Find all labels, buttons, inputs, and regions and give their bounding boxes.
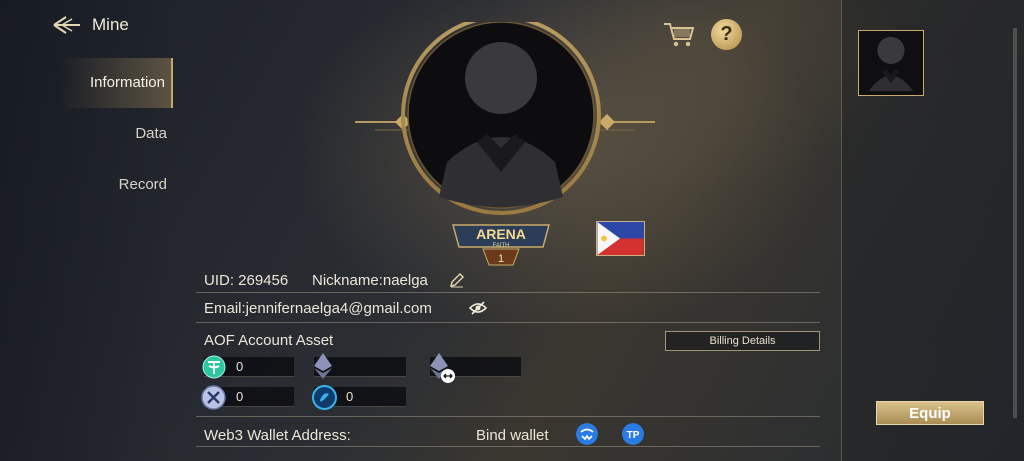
philippines-flag-icon[interactable] <box>596 221 645 256</box>
edit-pencil-icon[interactable] <box>449 272 465 288</box>
scrollbar[interactable] <box>1013 28 1017 418</box>
uid-text: UID: 269456 <box>204 272 289 289</box>
x-token-icon <box>201 385 226 410</box>
tab-record[interactable]: Record <box>60 160 173 210</box>
nickname-text: Nickname:naelga <box>312 272 428 289</box>
billing-details-button[interactable]: Billing Details <box>665 331 820 351</box>
tokenpocket-icon[interactable]: TP <box>622 423 644 445</box>
divider <box>196 416 820 417</box>
svg-text:TP: TP <box>627 430 640 441</box>
wallet-connect-icon[interactable] <box>576 423 598 445</box>
tab-data[interactable]: Data <box>60 109 173 159</box>
avatar-frame[interactable] <box>355 22 655 222</box>
divider <box>196 292 820 293</box>
email-text: Email:jennifernaelga4@gmail.com <box>204 300 432 317</box>
asset-title: AOF Account Asset <box>204 332 334 349</box>
divider <box>196 446 820 447</box>
bind-wallet-label: Bind wallet <box>476 427 549 444</box>
avatar-thumbnail[interactable] <box>858 30 924 96</box>
ethereum-link-icon <box>430 353 455 383</box>
rank-subtitle: FAITH <box>492 243 509 249</box>
tether-icon <box>202 355 226 379</box>
wallet-label: Web3 Wallet Address: <box>204 427 351 444</box>
tab-information[interactable]: Information <box>60 58 173 108</box>
rank-emblem: ARENA FAITH 1 <box>452 224 550 266</box>
rank-title: ARENA <box>476 226 526 242</box>
rank-level: 1 <box>498 253 504 265</box>
blue-token-icon <box>312 385 337 410</box>
ethereum-icon <box>314 353 332 379</box>
equip-button[interactable]: Equip <box>876 401 984 425</box>
left-navigation: Mine Information Data Record <box>0 0 174 461</box>
shopping-cart-icon[interactable] <box>662 20 696 48</box>
back-button[interactable]: Mine <box>52 14 129 36</box>
back-label: Mine <box>92 15 129 34</box>
back-arrow-icon <box>53 16 80 34</box>
help-icon[interactable]: ? <box>711 19 742 50</box>
divider <box>196 322 820 323</box>
hide-eye-icon[interactable] <box>469 300 487 316</box>
